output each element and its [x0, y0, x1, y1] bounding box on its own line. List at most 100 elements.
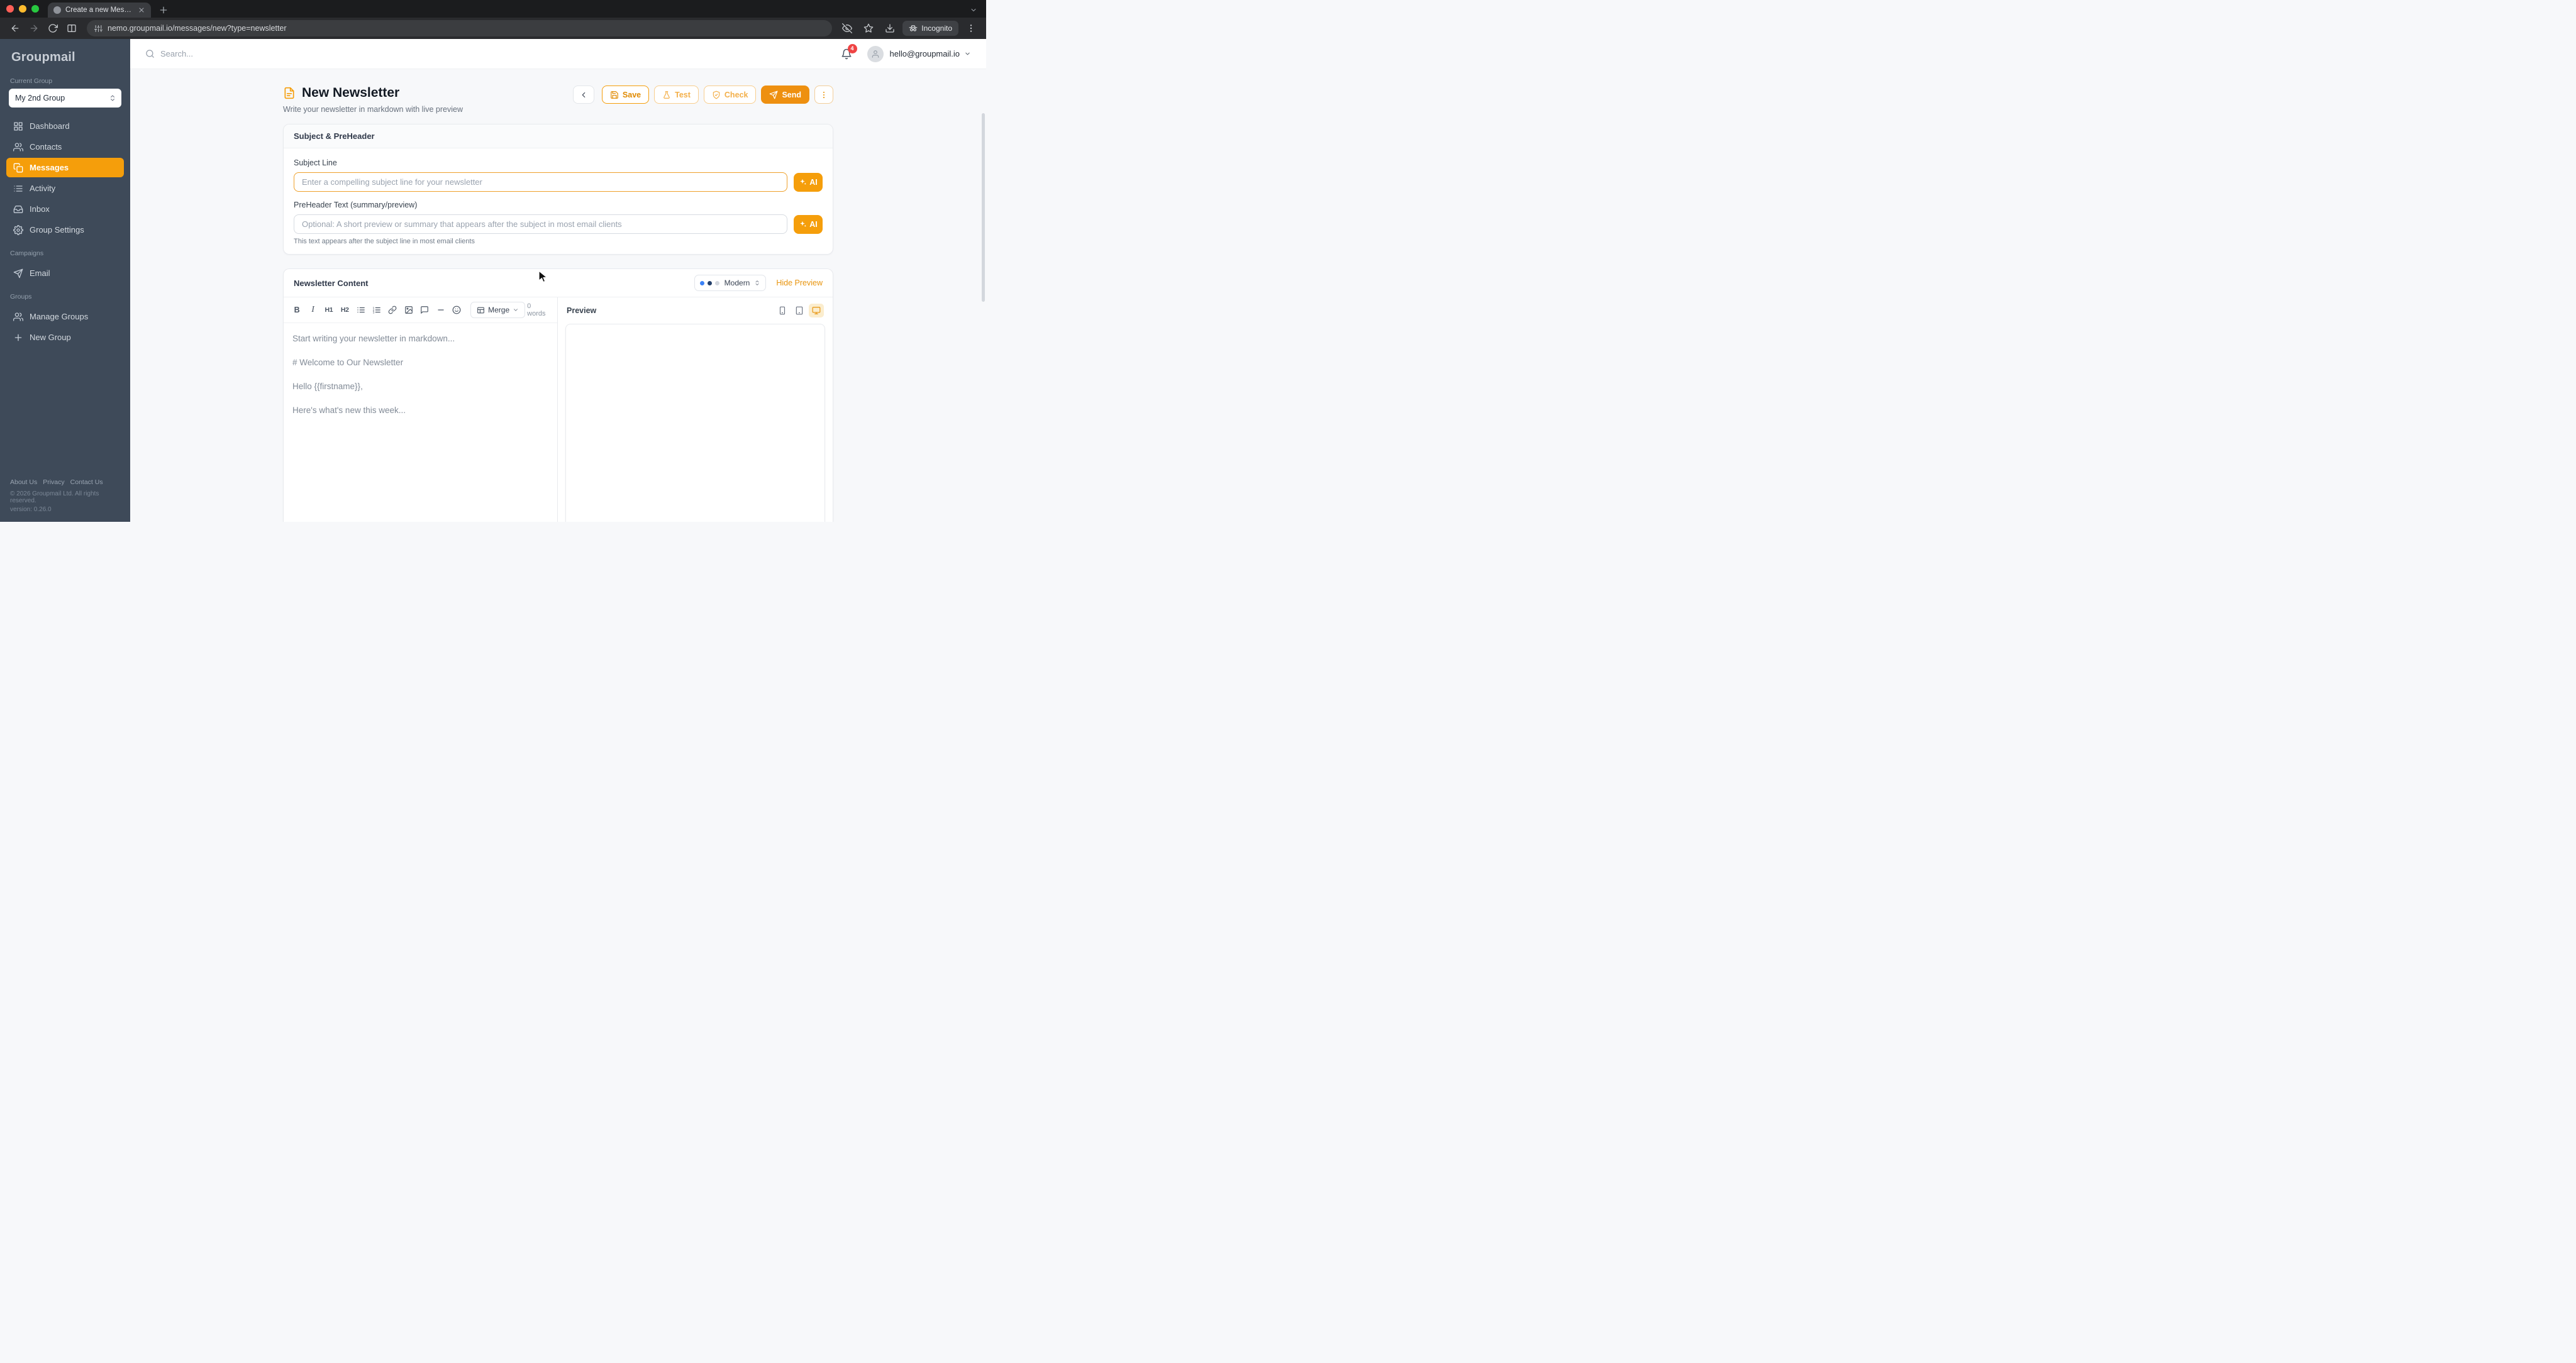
check-button[interactable]: Check: [703, 86, 757, 104]
preheader-input[interactable]: [294, 214, 787, 234]
footer-link-about[interactable]: About Us: [10, 478, 37, 486]
bold-button[interactable]: B: [290, 302, 304, 317]
link-icon: [388, 306, 397, 314]
editor-pane: B I H1 H2 Merge 0 words Start writing yo…: [284, 297, 558, 522]
browser-menu-button[interactable]: [962, 19, 980, 37]
bullet-list-button[interactable]: [354, 302, 368, 317]
sidebar-item-activity[interactable]: Activity: [6, 179, 124, 198]
footer-link-privacy[interactable]: Privacy: [43, 478, 64, 486]
numbered-list-button[interactable]: [370, 302, 384, 317]
editor-placeholder-line: Hello {{firstname}},: [292, 382, 363, 391]
image-button[interactable]: [402, 302, 416, 317]
current-group-label: Current Group: [10, 77, 53, 85]
sidebar-item-email[interactable]: Email: [6, 263, 124, 283]
sidebar-item-group-settings[interactable]: Group Settings: [6, 220, 124, 240]
editor-toolbar: B I H1 H2 Merge 0 words: [284, 297, 557, 323]
quote-button[interactable]: [418, 302, 431, 317]
tab-close-icon[interactable]: [138, 6, 145, 14]
notifications-button[interactable]: 4: [841, 43, 857, 60]
copyright-text: © 2026 Groupmail Ltd. All rights reserve…: [10, 490, 99, 504]
merge-table-icon: [477, 306, 485, 314]
search-placeholder: Search...: [160, 49, 194, 58]
tracking-protection-icon[interactable]: [838, 19, 856, 37]
footer-link-contact[interactable]: Contact Us: [70, 478, 103, 486]
user-menu[interactable]: hello@groupmail.io: [867, 45, 971, 62]
browser-forward-button[interactable]: [25, 19, 43, 37]
more-options-button[interactable]: [814, 86, 833, 104]
page-actions: Save Test Check Send: [572, 86, 833, 104]
window-controls: [0, 0, 48, 18]
tablet-icon: [795, 306, 804, 315]
bookmark-star-icon[interactable]: [860, 19, 877, 37]
newsletter-content-card: Newsletter Content Modern Hide Preview B…: [283, 268, 833, 522]
page-title: New Newsletter: [302, 86, 400, 100]
browser-back-button[interactable]: [6, 19, 24, 37]
save-button[interactable]: Save: [601, 86, 650, 104]
smiley-icon: [452, 306, 461, 314]
user-icon: [871, 50, 880, 58]
emoji-button[interactable]: [450, 302, 464, 317]
preview-pane: Preview: [558, 297, 833, 522]
split-view-icon[interactable]: [63, 19, 80, 37]
bullet-list-icon: [357, 306, 365, 314]
sidebar-item-new-group[interactable]: New Group: [6, 328, 124, 347]
heading2-button[interactable]: H2: [338, 302, 352, 317]
sidebar-item-dashboard[interactable]: Dashboard: [6, 116, 124, 136]
preheader-ai-button[interactable]: AI: [794, 214, 823, 234]
page-scrollbar[interactable]: [982, 113, 985, 302]
theme-dot-navy: [707, 280, 712, 285]
campaigns-nav: Email: [0, 261, 130, 283]
sidebar-item-inbox[interactable]: Inbox: [6, 199, 124, 219]
tab-search-chevron-icon[interactable]: [970, 6, 977, 14]
send-button[interactable]: Send: [761, 86, 809, 104]
theme-selector[interactable]: Modern: [694, 275, 767, 291]
plus-icon: [13, 333, 23, 343]
sidebar-item-contacts[interactable]: Contacts: [6, 137, 124, 157]
page-content: New Newsletter Write your newsletter in …: [130, 69, 986, 522]
dashboard-icon: [13, 121, 23, 131]
merge-fields-button[interactable]: Merge: [470, 302, 526, 318]
editor-placeholder-line: # Welcome to Our Newsletter: [292, 358, 404, 367]
subject-card-title: Subject & PreHeader: [284, 124, 833, 148]
markdown-editor[interactable]: Start writing your newsletter in markdow…: [284, 323, 557, 522]
minimize-window-button[interactable]: [19, 5, 26, 13]
browser-tab-strip: Create a new Message: [0, 0, 986, 18]
link-button[interactable]: [386, 302, 399, 317]
search-input[interactable]: Search...: [145, 49, 193, 58]
address-bar[interactable]: nemo.groupmail.io/messages/new?type=news…: [87, 20, 833, 36]
shield-check-icon: [712, 91, 721, 99]
hide-preview-link[interactable]: Hide Preview: [776, 279, 823, 287]
horizontal-rule-button[interactable]: [433, 302, 447, 317]
groups-nav: Manage Groups New Group: [0, 304, 130, 347]
browser-reload-button[interactable]: [44, 19, 62, 37]
select-updown-icon: [754, 280, 760, 286]
page-header: New Newsletter Write your newsletter in …: [283, 86, 833, 114]
sidebar-item-manage-groups[interactable]: Manage Groups: [6, 307, 124, 326]
newsletter-doc-icon: [283, 87, 296, 99]
campaigns-section-label: Campaigns: [10, 250, 44, 257]
zoom-window-button[interactable]: [31, 5, 39, 13]
subject-line-input[interactable]: [294, 172, 787, 192]
desktop-preview-button[interactable]: [809, 304, 824, 317]
browser-tab[interactable]: Create a new Message: [48, 3, 151, 18]
tablet-preview-button[interactable]: [792, 304, 807, 317]
italic-button[interactable]: I: [306, 302, 319, 317]
save-icon: [610, 91, 619, 99]
mobile-preview-button[interactable]: [775, 304, 790, 317]
new-tab-button[interactable]: [158, 5, 169, 15]
close-window-button[interactable]: [6, 5, 14, 13]
search-icon: [145, 49, 155, 58]
heading1-button[interactable]: H1: [322, 302, 336, 317]
subject-ai-button[interactable]: AI: [794, 172, 823, 192]
manage-groups-icon: [13, 312, 23, 322]
site-settings-icon[interactable]: [94, 25, 103, 33]
downloads-icon[interactable]: [881, 19, 899, 37]
back-button[interactable]: [572, 86, 594, 104]
sidebar-item-messages[interactable]: Messages: [6, 158, 124, 177]
group-selector[interactable]: My 2nd Group: [9, 89, 121, 108]
test-button[interactable]: Test: [654, 86, 699, 104]
page-subtitle: Write your newsletter in markdown with l…: [283, 105, 463, 114]
kebab-menu-icon: [819, 91, 828, 99]
activity-icon: [13, 184, 23, 194]
paper-plane-icon: [13, 268, 23, 279]
